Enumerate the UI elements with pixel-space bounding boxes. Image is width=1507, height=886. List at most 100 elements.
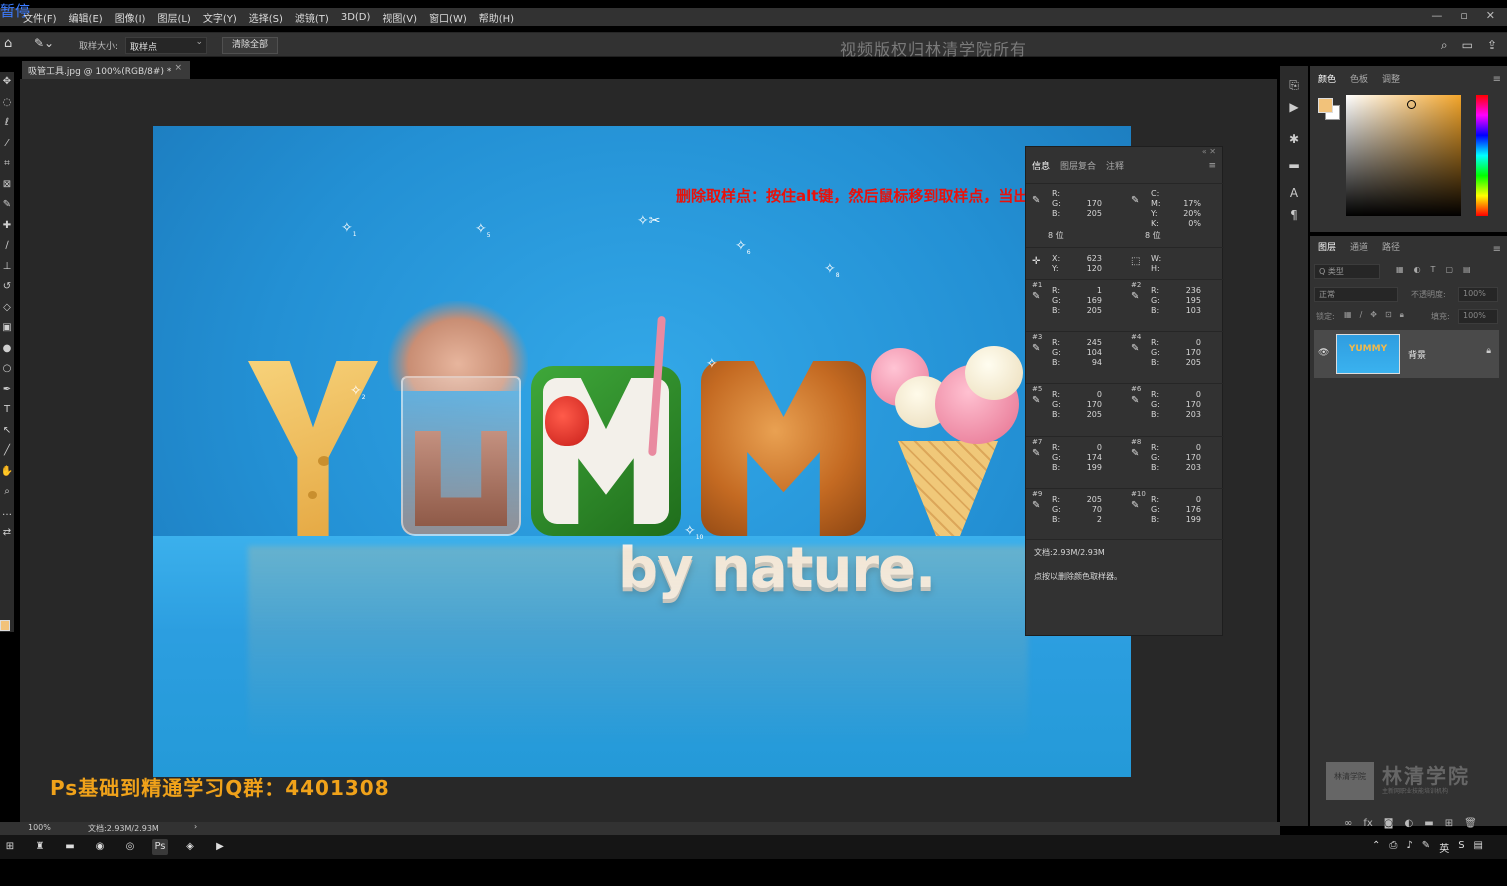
pixel-filter-icon[interactable]: ▦	[1396, 265, 1404, 274]
line-tool-icon[interactable]: ╱	[0, 441, 14, 462]
lock-image-icon[interactable]: ∕	[1360, 310, 1363, 320]
type-tool-icon[interactable]: T	[0, 400, 14, 421]
share-icon[interactable]: ⇪	[1487, 38, 1497, 53]
dodge-tool-icon[interactable]: ○	[0, 359, 14, 380]
eyedropper-tool-icon[interactable]: ✎	[0, 195, 14, 216]
color-sampler-marker[interactable]: ✧5	[475, 222, 491, 243]
menu-edit[interactable]: 编辑(E)	[68, 10, 104, 25]
clear-all-button[interactable]: 清除全部	[222, 37, 278, 54]
gradient-tool-icon[interactable]: ▣	[0, 318, 14, 339]
link-layers-icon[interactable]: ∞	[1344, 818, 1352, 829]
menu-layer[interactable]: 图层(L)	[156, 10, 191, 25]
sample-size-select[interactable]: 取样点	[125, 37, 207, 54]
healing-brush-icon[interactable]: ✚	[0, 216, 14, 237]
history-icon[interactable]: ⎘	[1280, 74, 1308, 96]
panel-menu-icon[interactable]: ≡	[1208, 161, 1216, 171]
eyedropper-tool-preset-icon[interactable]: ✎⌄	[34, 36, 54, 50]
browser-icon[interactable]: ◉	[92, 839, 108, 855]
layer-style-icon[interactable]: fx	[1363, 818, 1372, 829]
hand-tool-icon[interactable]: ✋	[0, 462, 14, 483]
volume-icon[interactable]: ♪	[1406, 840, 1412, 855]
foreground-color-chip[interactable]	[1318, 98, 1333, 113]
ime-icon[interactable]: S	[1458, 840, 1464, 855]
tab-notes[interactable]: 注释	[1106, 159, 1124, 177]
layer-row-background[interactable]: 👁︎ YUMMY 背景 🔒︎	[1314, 330, 1499, 378]
color-sampler-marker[interactable]: ✧8	[824, 262, 840, 283]
menu-help[interactable]: 帮助(H)	[478, 10, 515, 25]
lock-all-icon[interactable]: 🔒︎	[1400, 310, 1404, 320]
brush-settings-icon[interactable]: ✱	[1280, 128, 1308, 150]
menu-image[interactable]: 图像(I)	[114, 10, 147, 25]
minimize-button[interactable]: —	[1431, 9, 1442, 22]
close-window-button[interactable]: ✕	[1486, 9, 1495, 22]
notification-icon[interactable]: ▤	[1474, 840, 1483, 855]
panel-menu-icon[interactable]: ≡	[1493, 244, 1501, 255]
shape-filter-icon[interactable]: ▢	[1445, 265, 1453, 274]
panel-collapse-icon[interactable]: « ✕	[1202, 147, 1216, 156]
paragraph-icon[interactable]: ¶	[1280, 204, 1308, 226]
recorder-icon[interactable]: ▶	[212, 839, 228, 855]
home-icon[interactable]: ⌂	[4, 37, 18, 51]
search-icon[interactable]: ⌕	[1441, 38, 1448, 53]
document-tab[interactable]: 吸管工具.jpg @ 100%(RGB/8#) * ×	[22, 61, 190, 79]
stamp-tool-icon[interactable]: ⊥	[0, 257, 14, 278]
tab-swatches[interactable]: 色板	[1350, 72, 1368, 85]
brush-tool-icon[interactable]: ∕	[0, 236, 14, 257]
delete-layer-icon[interactable]: 🗑︎	[1464, 818, 1477, 829]
restore-button[interactable]: ▫	[1460, 9, 1467, 22]
more-tools-icon[interactable]: …	[0, 503, 14, 524]
quick-select-tool-icon[interactable]: ⁄	[0, 134, 14, 155]
menu-type[interactable]: 文字(Y)	[202, 10, 238, 25]
file-explorer-icon[interactable]: ▬	[62, 839, 78, 855]
blur-tool-icon[interactable]: ●	[0, 339, 14, 360]
pen-icon[interactable]: ✎	[1422, 840, 1430, 855]
adjustment-filter-icon[interactable]: ◐	[1414, 265, 1421, 274]
app-icon[interactable]: ♜	[32, 839, 48, 855]
zoom-tool-icon[interactable]: ⌕	[0, 482, 14, 503]
app-icon[interactable]: ◈	[182, 839, 198, 855]
opacity-input[interactable]: 100%	[1458, 287, 1498, 302]
tab-layer-comps[interactable]: 图层复合	[1060, 159, 1096, 177]
crop-tool-icon[interactable]: ⌗	[0, 154, 14, 175]
add-mask-icon[interactable]: ◙	[1384, 818, 1394, 829]
hue-slider[interactable]	[1476, 95, 1488, 216]
lasso-tool-icon[interactable]: ℓ	[0, 113, 14, 134]
character-icon[interactable]: A	[1280, 182, 1308, 204]
eye-icon[interactable]: 👁︎	[1318, 348, 1329, 358]
sampler-eyedropper-icon[interactable]: ✎	[1032, 343, 1040, 354]
frame-tool-icon[interactable]: ⊠	[0, 175, 14, 196]
tab-channels[interactable]: 通道	[1350, 240, 1368, 253]
input-method[interactable]: 英	[1439, 840, 1449, 855]
zoom-level[interactable]: 100%	[28, 823, 51, 832]
swap-colors-icon[interactable]: ⇄	[0, 523, 14, 544]
sampler-eyedropper-icon[interactable]: ✎	[1032, 500, 1040, 511]
menu-filter[interactable]: 滤镜(T)	[294, 10, 330, 25]
marquee-tool-icon[interactable]: ◌	[0, 93, 14, 114]
menu-view[interactable]: 视图(V)	[381, 10, 418, 25]
layer-name[interactable]: 背景	[1408, 348, 1426, 361]
panel-menu-icon[interactable]: ≡	[1493, 74, 1501, 85]
eraser-tool-icon[interactable]: ◇	[0, 298, 14, 319]
tab-info[interactable]: 信息	[1032, 159, 1050, 177]
color-sampler-marker[interactable]: ✧10	[684, 524, 703, 545]
photoshop-icon[interactable]: Ps	[152, 839, 168, 855]
layer-filter-select[interactable]: Q 类型	[1314, 264, 1380, 279]
lock-position-icon[interactable]: ✥	[1370, 310, 1377, 320]
lock-artboard-icon[interactable]: ⊡	[1385, 310, 1392, 320]
foreground-color-swatch[interactable]	[0, 620, 10, 631]
menu-select[interactable]: 选择(S)	[248, 10, 284, 25]
smart-object-filter-icon[interactable]: ▤	[1463, 265, 1471, 274]
fill-input[interactable]: 100%	[1458, 309, 1498, 324]
sampler-eyedropper-icon[interactable]: ✎	[1032, 395, 1040, 406]
sampler-eyedropper-icon[interactable]: ✎	[1131, 291, 1139, 302]
sampler-eyedropper-icon[interactable]: ✎	[1131, 395, 1139, 406]
tab-adjustments[interactable]: 调整	[1382, 72, 1400, 85]
type-filter-icon[interactable]: T	[1431, 265, 1436, 274]
menu-file[interactable]: 文件(F)	[22, 10, 58, 25]
tab-paths[interactable]: 路径	[1382, 240, 1400, 253]
color-sampler-marker[interactable]: ✧6	[735, 239, 751, 260]
color-field[interactable]	[1346, 95, 1461, 216]
browser-icon[interactable]: ◎	[122, 839, 138, 855]
tab-layers[interactable]: 图层	[1318, 240, 1336, 253]
color-sampler-marker[interactable]: ✧2	[350, 384, 366, 405]
